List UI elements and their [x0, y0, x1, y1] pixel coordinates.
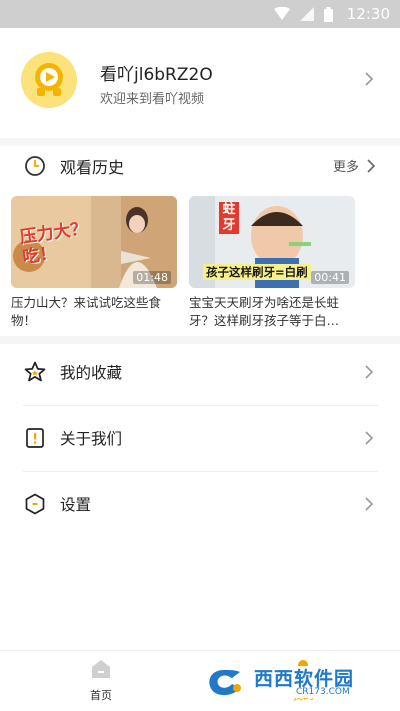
settings-hexagon-icon	[25, 493, 45, 515]
chevron-right-icon	[365, 497, 374, 511]
battery-icon	[323, 6, 333, 22]
video-duration: 00:41	[311, 271, 349, 284]
video-thumbnail[interactable]: 蛀牙 孩子这样刷牙=白刷 00:41	[189, 196, 355, 288]
avatar[interactable]	[21, 52, 77, 108]
thumbnail-caption: 孩子这样刷牙=白刷	[203, 264, 311, 280]
watermark-logo: 西西软件园 CR173.COM	[196, 662, 386, 702]
menu-item-label: 我的收藏	[60, 364, 123, 382]
status-bar: 12:30	[0, 0, 400, 28]
chevron-right-icon[interactable]	[362, 72, 376, 86]
thumbnail-tag: 蛀牙	[219, 202, 239, 234]
chevron-right-icon[interactable]	[364, 159, 378, 173]
section-divider	[0, 336, 400, 344]
chevron-right-icon	[365, 431, 374, 445]
history-title: 观看历史	[60, 158, 125, 177]
history-header: 观看历史 更多	[0, 148, 400, 184]
menu-item-label: 设置	[60, 496, 92, 514]
mascot-logo-icon	[21, 52, 77, 108]
chevron-right-icon	[365, 365, 374, 379]
row-divider	[23, 405, 378, 406]
clock-icon	[25, 156, 45, 176]
watermark-subtext: CR173.COM	[296, 687, 350, 697]
menu-item-favorites[interactable]: 我的收藏	[0, 346, 400, 398]
history-video-card[interactable]: 压力大？吃！ 01:48 压力山大？来试试吃这些食 物！	[11, 196, 177, 330]
video-title[interactable]: 压力山大？来试试吃这些食 物！	[11, 294, 179, 330]
row-divider	[23, 471, 378, 472]
section-divider	[0, 138, 400, 146]
signal-icon	[299, 7, 314, 21]
status-time: 12:30	[346, 5, 390, 23]
history-video-card[interactable]: 蛀牙 孩子这样刷牙=白刷 00:41 宝宝天天刷牙为啥还是长蛀 牙？这样刷牙孩子…	[189, 196, 355, 330]
info-icon	[26, 428, 44, 448]
welcome-text: 欢迎来到看吖视频	[100, 92, 205, 107]
wifi-icon	[273, 7, 290, 20]
video-duration: 01:48	[133, 271, 171, 284]
tab-label: 首页	[90, 689, 112, 702]
more-link[interactable]: 更多	[333, 156, 359, 175]
username: 看吖jl6bRZ2O	[100, 65, 213, 85]
home-icon	[92, 660, 110, 678]
video-thumbnail[interactable]: 压力大？吃！ 01:48	[11, 196, 177, 288]
menu-item-about[interactable]: 关于我们	[0, 412, 400, 464]
menu-item-label: 关于我们	[60, 430, 123, 448]
menu-item-settings[interactable]: 设置	[0, 478, 400, 530]
star-icon	[24, 361, 46, 382]
tab-home[interactable]: 首页	[78, 659, 124, 703]
profile-header[interactable]: 看吖jl6bRZ2O 欢迎来到看吖视频	[0, 28, 400, 138]
video-title[interactable]: 宝宝天天刷牙为啥还是长蛀 牙？这样刷牙孩子等于白…	[189, 294, 357, 330]
